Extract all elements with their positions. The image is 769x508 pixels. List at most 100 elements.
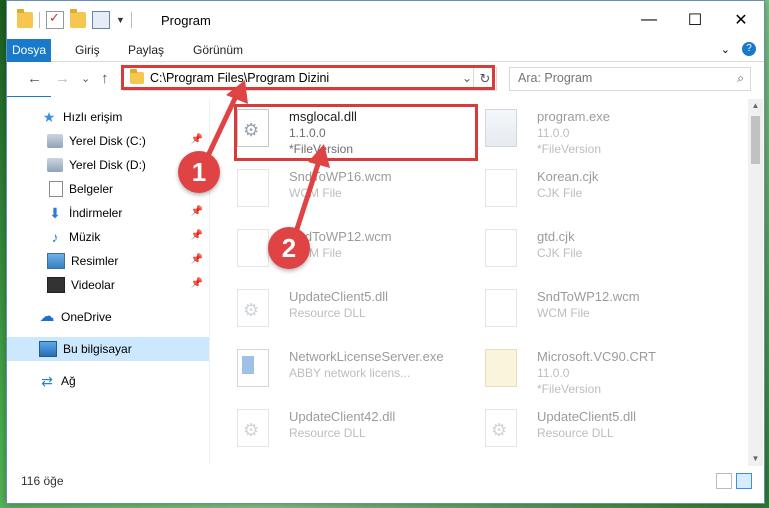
file-item[interactable]: SndToWP12.wcm WCM File <box>217 221 457 279</box>
minimize-button[interactable]: — <box>626 1 672 39</box>
separator <box>130 12 132 28</box>
search-box[interactable]: ⌕ <box>509 67 751 91</box>
sidebar-item-local-disk-c[interactable]: Yerel Disk (C:) 📌 <box>7 129 209 153</box>
sidebar-item-this-pc[interactable]: Bu bilgisayar <box>7 337 209 361</box>
sidebar-item-label: Hızlı erişim <box>63 110 123 124</box>
sidebar-item-pictures[interactable]: Resimler 📌 <box>7 249 209 273</box>
dll-file-icon <box>237 289 269 327</box>
pin-icon[interactable]: 📌 <box>191 254 203 265</box>
file-type: CJK File <box>537 186 583 200</box>
up-button[interactable]: ↑ <box>101 70 109 87</box>
customize-toolbar-dropdown-icon[interactable]: ▼ <box>116 15 125 25</box>
close-button[interactable]: ✕ <box>718 1 764 39</box>
status-bar: 116 öğe <box>7 467 764 503</box>
file-item[interactable]: UpdateClient5.dll Resource DLL <box>217 281 457 339</box>
help-icon[interactable]: ? <box>742 42 756 56</box>
scrollbar-thumb[interactable] <box>751 116 760 164</box>
sidebar-item-network[interactable]: ⇄ Ağ <box>7 369 209 393</box>
file-name: UpdateClient5.dll <box>289 289 389 304</box>
sidebar-item-label: Yerel Disk (C:) <box>69 134 146 148</box>
sidebar-item-onedrive[interactable]: ☁ OneDrive <box>7 305 209 329</box>
network-icon: ⇄ <box>41 373 53 389</box>
view-switcher <box>716 473 752 489</box>
file-item[interactable]: Microsoft.VC90.CRT 11.0.0 *FileVersion <box>465 341 705 399</box>
quick-access-toolbar: ▼ <box>17 9 132 29</box>
ribbon-right-controls: ⌄ ? <box>721 42 756 56</box>
pictures-icon <box>47 253 65 269</box>
vertical-scrollbar[interactable]: ▲ ▼ <box>748 99 763 466</box>
search-icon[interactable]: ⌕ <box>737 71 744 86</box>
sidebar-item-label: Yerel Disk (D:) <box>69 158 146 172</box>
tiles-view-button[interactable] <box>736 473 752 489</box>
item-count: 116 öğe <box>21 474 64 488</box>
drive-icon <box>47 158 63 172</box>
properties-check-icon[interactable] <box>46 10 64 29</box>
file-description: *FileVersion <box>537 142 602 156</box>
sidebar-item-label: Bu bilgisayar <box>63 342 132 356</box>
file-type: WCM File <box>289 186 342 200</box>
file-item[interactable]: gtd.cjk CJK File <box>465 221 705 279</box>
file-item[interactable]: SndToWP12.wcm WCM File <box>465 281 705 339</box>
file-type: WCM File <box>537 306 590 320</box>
file-name: UpdateClient42.dll <box>289 409 396 424</box>
callout-badge-1: 1 <box>178 151 220 193</box>
download-icon: ⬇ <box>49 205 61 221</box>
file-icon <box>237 169 269 207</box>
sidebar-item-label: Resimler <box>71 254 119 268</box>
recent-locations-dropdown[interactable]: ⌄ <box>81 72 90 85</box>
sidebar-item-quick-access[interactable]: ★ Hızlı erişim <box>7 105 209 129</box>
back-button[interactable]: ← <box>27 70 42 87</box>
file-icon <box>485 169 517 207</box>
sidebar-item-label: İndirmeler <box>69 206 123 220</box>
file-description: ABBY network licens... <box>289 366 411 380</box>
sidebar-item-videos[interactable]: Videolar 📌 <box>7 273 209 297</box>
star-icon: ★ <box>42 109 56 125</box>
file-item[interactable]: UpdateClient5.dll Resource DLL <box>465 401 705 459</box>
pin-icon[interactable]: 📌 <box>191 278 203 289</box>
tab-share[interactable]: Paylaş <box>118 39 174 61</box>
new-folder-icon[interactable] <box>70 9 86 28</box>
sidebar-item-downloads[interactable]: ⬇ İndirmeler 📌 <box>7 201 209 225</box>
file-type: CJK File <box>537 246 583 260</box>
file-highlight-box <box>234 104 478 161</box>
file-item[interactable]: NetworkLicenseServer.exe ABBY network li… <box>217 341 457 399</box>
file-item-program-exe[interactable]: program.exe 11.0.0 *FileVersion <box>465 101 705 159</box>
sidebar-item-documents[interactable]: Belgeler 📌 <box>7 177 209 201</box>
details-view-button[interactable] <box>716 473 732 489</box>
file-type: Resource DLL <box>289 306 366 320</box>
file-name: Microsoft.VC90.CRT <box>537 349 656 364</box>
sidebar-item-label: Videolar <box>71 278 115 292</box>
file-type: Resource DLL <box>289 426 366 440</box>
file-name: Korean.cjk <box>537 169 599 184</box>
scroll-up-icon[interactable]: ▲ <box>748 99 763 113</box>
maximize-button[interactable]: ☐ <box>672 1 718 39</box>
pin-icon[interactable]: 📌 <box>191 134 203 145</box>
sidebar-item-label: OneDrive <box>61 310 112 324</box>
file-name: gtd.cjk <box>537 229 575 244</box>
dll-file-icon <box>237 409 269 447</box>
file-description: *FileVersion <box>537 382 602 396</box>
file-icon <box>485 289 517 327</box>
file-item[interactable]: Korean.cjk CJK File <box>465 161 705 219</box>
expand-ribbon-icon[interactable]: ⌄ <box>721 43 730 56</box>
sidebar-item-music[interactable]: ♪ Müzik 📌 <box>7 225 209 249</box>
file-item[interactable]: UpdateClient42.dll Resource DLL <box>217 401 457 459</box>
tab-view[interactable]: Görünüm <box>183 39 253 61</box>
pin-icon[interactable]: 📌 <box>191 230 203 241</box>
sidebar-item-label: Ağ <box>61 374 76 388</box>
file-version: 11.0.0 <box>537 126 570 140</box>
search-input[interactable] <box>516 70 720 86</box>
window-title: Program <box>161 13 211 28</box>
drive-icon <box>47 134 63 148</box>
dll-file-icon <box>485 409 517 447</box>
forward-button[interactable]: → <box>55 70 70 87</box>
ribbon-tabs: Dosya Giriş Paylaş Görünüm ⌄ ? <box>7 39 764 97</box>
tab-home[interactable]: Giriş <box>65 39 110 61</box>
file-item[interactable]: SndToWP16.wcm WCM File <box>217 161 457 219</box>
pin-icon[interactable]: 📌 <box>191 206 203 217</box>
navigation-pane: ★ Hızlı erişim Yerel Disk (C:) 📌 Yerel D… <box>7 99 210 464</box>
scroll-down-icon[interactable]: ▼ <box>748 452 763 466</box>
file-name: SndToWP12.wcm <box>537 289 640 304</box>
view-options-icon[interactable] <box>92 11 110 29</box>
cloud-icon: ☁ <box>39 308 55 325</box>
